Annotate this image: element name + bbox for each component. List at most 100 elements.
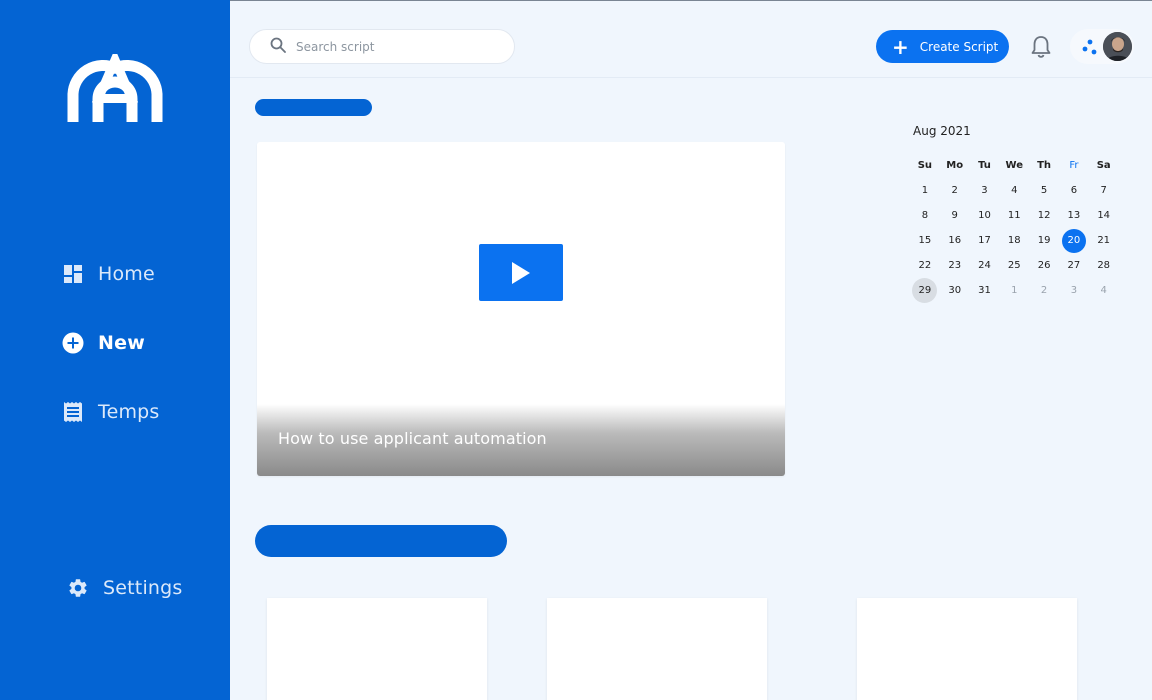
script-card[interactable] (267, 598, 487, 700)
calendar-day[interactable]: 3 (1059, 278, 1089, 303)
search-icon (270, 37, 286, 57)
calendar-day-number: 2 (951, 185, 958, 196)
calendar-day[interactable]: 3 (970, 178, 1000, 203)
calendar-day[interactable]: 22 (910, 253, 940, 278)
calendar-day-number: 12 (1037, 210, 1051, 221)
calendar-day-number: 11 (1007, 210, 1021, 221)
search-input[interactable] (296, 39, 496, 54)
calendar-day[interactable]: 1 (910, 178, 940, 203)
calendar-weekday-header: Su Mo Tu We Th Fr Sa (910, 153, 1120, 178)
calendar-day[interactable]: 17 (970, 228, 1000, 253)
calendar-day[interactable]: 9 (940, 203, 970, 228)
calendar-day[interactable]: 11 (999, 203, 1029, 228)
calendar-day[interactable]: 30 (940, 278, 970, 303)
user-menu[interactable] (1070, 29, 1134, 64)
calendar-day[interactable]: 14 (1089, 203, 1119, 228)
avatar[interactable] (1103, 32, 1132, 61)
calendar-day[interactable]: 26 (1029, 253, 1059, 278)
script-card[interactable] (547, 598, 767, 700)
calendar-week-row: 1 2 3 4 5 6 7 (910, 178, 1120, 203)
calendar-day[interactable]: 10 (970, 203, 1000, 228)
calendar-day-number: 26 (1037, 260, 1051, 271)
sidebar-item-new[interactable]: New (62, 332, 145, 354)
section-title-placeholder (255, 525, 507, 557)
calendar-day-number: 17 (978, 235, 991, 246)
calendar-day[interactable]: 13 (1059, 203, 1089, 228)
calendar-day-number: 4 (1100, 285, 1107, 296)
play-button[interactable] (479, 244, 563, 301)
calendar-day-number: 13 (1067, 210, 1081, 221)
calendar-day[interactable]: 16 (940, 228, 970, 253)
create-script-label: Create Script (919, 39, 999, 54)
sidebar-item-temps[interactable]: Temps (62, 401, 160, 423)
calendar-day-number: 14 (1097, 210, 1111, 221)
calendar-day[interactable]: 31 (970, 278, 1000, 303)
calendar-day-number: 4 (1011, 185, 1018, 196)
calendar-day[interactable]: 27 (1059, 253, 1089, 278)
calendar-day-number: 31 (978, 285, 991, 296)
calendar-weekday: Mo (946, 159, 964, 171)
calendar-day[interactable]: 1 (999, 278, 1029, 303)
sidebar-item-label: Home (98, 263, 155, 285)
calendar-day[interactable]: 8 (910, 203, 940, 228)
search-box[interactable] (249, 29, 515, 64)
calendar-day-number: 10 (978, 210, 991, 221)
calendar-day[interactable]: 2 (940, 178, 970, 203)
calendar-day[interactable]: 19 (1029, 228, 1059, 253)
calendar-day[interactable]: 2 (1029, 278, 1059, 303)
calendar-day-number: 6 (1070, 185, 1078, 196)
calendar-day-number: 1 (1011, 285, 1018, 296)
plus-circle-icon (62, 332, 84, 354)
calendar-day[interactable]: 25 (999, 253, 1029, 278)
calendar-day-number: 9 (951, 210, 958, 221)
calendar-day[interactable]: 5 (1029, 178, 1059, 203)
section-title-placeholder (255, 99, 372, 116)
calendar-week-row: 8 9 10 11 12 13 14 (910, 203, 1120, 228)
plus-icon: + (892, 34, 909, 59)
apps-dots-icon (1082, 39, 1097, 55)
calendar-day[interactable]: 23 (940, 253, 970, 278)
calendar-day[interactable]: 12 (1029, 203, 1059, 228)
calendar-day-number: 27 (1067, 260, 1081, 271)
calendar-day-number: 3 (981, 185, 988, 196)
calendar-day-number: 20 (1061, 229, 1086, 253)
calendar-day[interactable]: 15 (910, 228, 940, 253)
calendar-day[interactable]: 21 (1089, 228, 1119, 253)
sidebar-item-home[interactable]: Home (62, 263, 155, 285)
calendar-day[interactable]: 20 (1059, 228, 1089, 253)
calendar-weekday: Th (1037, 159, 1052, 171)
calendar-day-number: 16 (948, 235, 962, 246)
gear-icon (67, 577, 89, 599)
sidebar-item-label: Temps (98, 401, 160, 423)
calendar-day[interactable]: 18 (999, 228, 1029, 253)
calendar-day[interactable]: 29 (910, 278, 940, 303)
calendar-day-number: 23 (948, 260, 962, 271)
sidebar-item-label: Settings (103, 577, 183, 599)
calendar-day-number: 24 (978, 260, 991, 271)
brand-logo (67, 54, 163, 122)
top-bar: + Create Script (230, 0, 1152, 78)
calendar-day[interactable]: 4 (1089, 278, 1119, 303)
calendar-grid: Su Mo Tu We Th Fr Sa 1 2 3 4 5 6 7 8 9 10 11 12 13 14 15 16 17… (910, 153, 1120, 303)
calendar-day-number: 28 (1097, 260, 1111, 271)
calendar-day[interactable]: 7 (1089, 178, 1119, 203)
video-card[interactable]: How to use applicant automation (257, 142, 785, 476)
calendar-weekday: We (1005, 159, 1024, 171)
calendar-day[interactable]: 24 (970, 253, 1000, 278)
create-script-button[interactable]: + Create Script (876, 30, 1009, 63)
calendar-day-number: 18 (1007, 235, 1021, 246)
calendar-day-number: 25 (1007, 260, 1021, 271)
calendar-day-number: 5 (1040, 185, 1048, 196)
script-card[interactable] (857, 598, 1077, 700)
sidebar-item-settings[interactable]: Settings (67, 577, 183, 599)
calendar-day[interactable]: 28 (1089, 253, 1119, 278)
calendar-day-number: 15 (918, 235, 932, 246)
video-title: How to use applicant automation (278, 429, 547, 448)
notification-bell-icon[interactable] (1030, 35, 1052, 59)
play-icon (512, 261, 530, 284)
calendar-day-number: 29 (912, 278, 938, 303)
calendar-day[interactable]: 4 (999, 178, 1029, 203)
calendar-weekday: Fr (1069, 159, 1079, 171)
calendar-day[interactable]: 6 (1059, 178, 1089, 203)
sidebar: Home New Temps Settings (0, 0, 230, 700)
